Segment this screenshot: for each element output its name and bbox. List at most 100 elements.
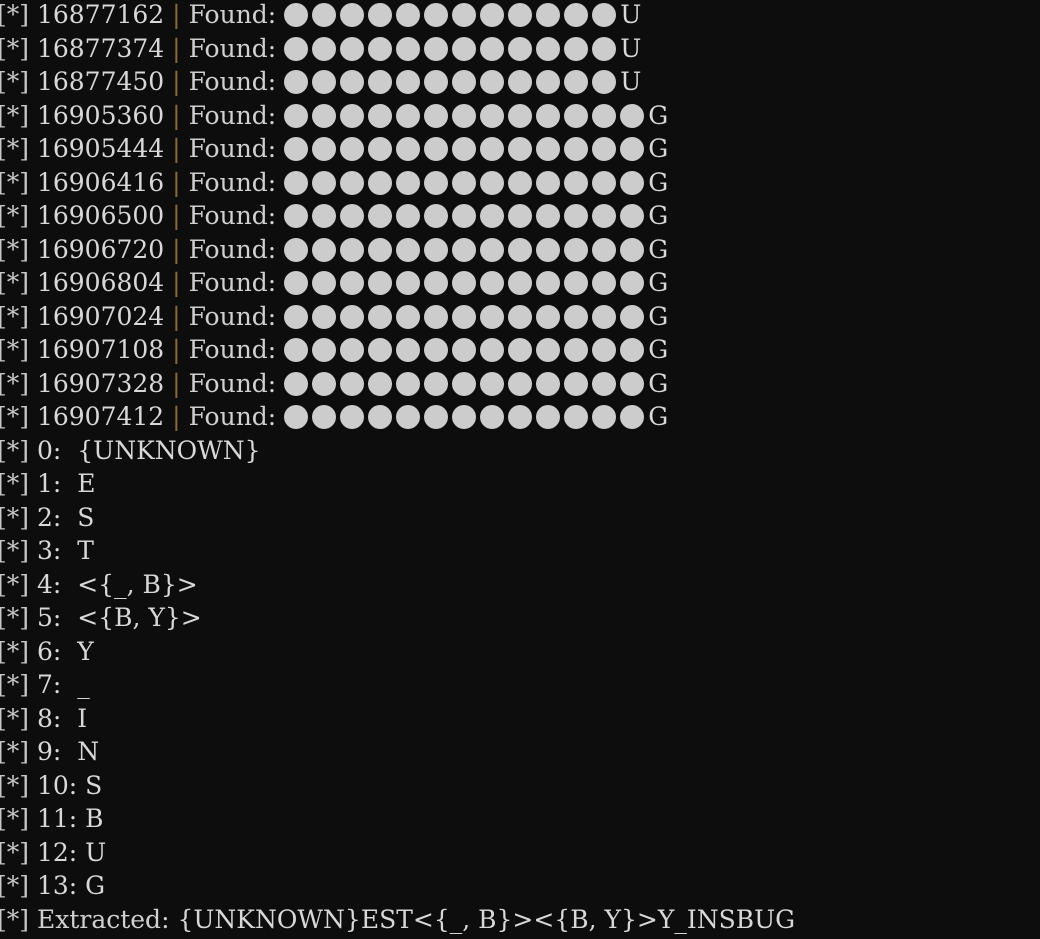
filled-circle-icon <box>536 70 561 94</box>
column-separator: | <box>172 0 181 29</box>
filled-circle-icon <box>564 36 589 61</box>
filled-circle-icon <box>368 137 393 161</box>
extracted-row-block: [*] Extracted: {UNKNOWN}EST<{_, B}><{B, … <box>0 903 1040 937</box>
index-value: T <box>77 536 94 565</box>
index-padding <box>61 469 77 498</box>
index-padding <box>77 804 85 833</box>
row-prefix: [*] <box>0 569 30 599</box>
index-row: [*] 11: B <box>0 802 1040 836</box>
filled-circle-icon <box>592 271 617 295</box>
filled-circle-icon <box>480 371 505 396</box>
found-label: Found: <box>188 402 277 431</box>
found-label: Found: <box>188 234 277 264</box>
filled-circle-icon <box>620 137 645 161</box>
terminal-window[interactable]: [*] 16877162 | Found: U [*] 16877374 | Fo… <box>0 0 1040 939</box>
filled-circle-icon <box>424 371 449 396</box>
filled-circle-icon <box>564 304 589 329</box>
extracted-row: [*] Extracted: {UNKNOWN}EST<{_, B}><{B, … <box>0 903 1040 937</box>
row-prefix: [*] <box>0 301 30 331</box>
found-row: [*] 16907328 | Found: G <box>0 367 1040 401</box>
filled-circle-icon <box>284 103 309 128</box>
filled-circle-icon <box>620 371 645 396</box>
filled-circle-icon <box>284 338 309 362</box>
found-circles <box>284 166 648 200</box>
row-prefix: [*] <box>0 33 30 63</box>
found-label: Found: <box>188 201 277 230</box>
filled-circle-icon <box>368 36 393 61</box>
row-prefix: [*] <box>0 368 30 398</box>
filled-circle-icon <box>368 237 393 262</box>
found-circles <box>284 99 648 133</box>
filled-circle-icon <box>312 338 337 362</box>
index-padding <box>61 603 77 632</box>
filled-circle-icon <box>592 103 617 128</box>
filled-circle-icon <box>452 237 477 262</box>
index-padding <box>61 737 77 766</box>
memory-address: 16905360 <box>36 100 165 130</box>
index-row: [*] 10: S <box>0 769 1040 803</box>
filled-circle-icon <box>284 36 309 61</box>
filled-circle-icon <box>452 70 477 94</box>
found-tail-char: G <box>648 301 669 331</box>
found-circles <box>284 132 648 166</box>
filled-circle-icon <box>340 170 365 195</box>
filled-circle-icon <box>620 237 645 262</box>
column-separator: | <box>172 100 181 130</box>
filled-circle-icon <box>620 170 645 195</box>
found-row: [*] 16906416 | Found: G <box>0 166 1040 200</box>
filled-circle-icon <box>368 371 393 396</box>
row-prefix: [*] <box>0 804 30 833</box>
found-circles <box>284 32 620 66</box>
filled-circle-icon <box>564 237 589 262</box>
index-row: [*] 13: G <box>0 869 1040 903</box>
found-circles <box>284 333 648 367</box>
column-separator: | <box>172 368 181 398</box>
filled-circle-icon <box>620 304 645 329</box>
memory-address: 16877450 <box>36 67 165 96</box>
found-tail-char: G <box>648 134 669 163</box>
filled-circle-icon <box>396 3 421 27</box>
found-circles <box>284 0 620 32</box>
column-separator: | <box>172 67 181 96</box>
filled-circle-icon <box>508 371 533 396</box>
index-value: Y <box>77 636 94 666</box>
filled-circle-icon <box>564 405 589 429</box>
index-row: [*] 6: Y <box>0 635 1040 669</box>
filled-circle-icon <box>312 204 337 228</box>
filled-circle-icon <box>480 271 505 295</box>
index-label: 0: <box>36 435 62 465</box>
index-value: {UNKNOWN} <box>77 435 261 465</box>
found-row: [*] 16905360 | Found: G <box>0 99 1040 133</box>
memory-address: 16906500 <box>36 201 165 230</box>
filled-circle-icon <box>536 371 561 396</box>
filled-circle-icon <box>424 304 449 329</box>
memory-address: 16877374 <box>36 33 165 63</box>
filled-circle-icon <box>592 338 617 362</box>
filled-circle-icon <box>480 3 505 27</box>
filled-circle-icon <box>368 3 393 27</box>
index-label: 4: <box>36 569 62 599</box>
found-row: [*] 16907024 | Found: G <box>0 300 1040 334</box>
index-row: [*] 2: S <box>0 501 1040 535</box>
filled-circle-icon <box>592 36 617 61</box>
row-prefix: [*] <box>0 871 30 900</box>
index-padding <box>61 704 77 733</box>
found-row: [*] 16907412 | Found: G <box>0 400 1040 434</box>
filled-circle-icon <box>424 271 449 295</box>
filled-circle-icon <box>368 103 393 128</box>
filled-circle-icon <box>284 170 309 195</box>
column-separator: | <box>172 268 181 297</box>
found-label: Found: <box>188 167 277 197</box>
filled-circle-icon <box>424 103 449 128</box>
filled-circle-icon <box>508 137 533 161</box>
filled-circle-icon <box>536 338 561 362</box>
filled-circle-icon <box>480 338 505 362</box>
filled-circle-icon <box>368 271 393 295</box>
found-tail-char: U <box>620 0 642 29</box>
row-prefix: [*] <box>0 335 30 364</box>
found-tail-char: G <box>648 167 669 197</box>
index-label: 11: <box>36 804 78 833</box>
found-tail-char: G <box>648 100 669 130</box>
filled-circle-icon <box>396 271 421 295</box>
index-value: N <box>77 737 100 766</box>
